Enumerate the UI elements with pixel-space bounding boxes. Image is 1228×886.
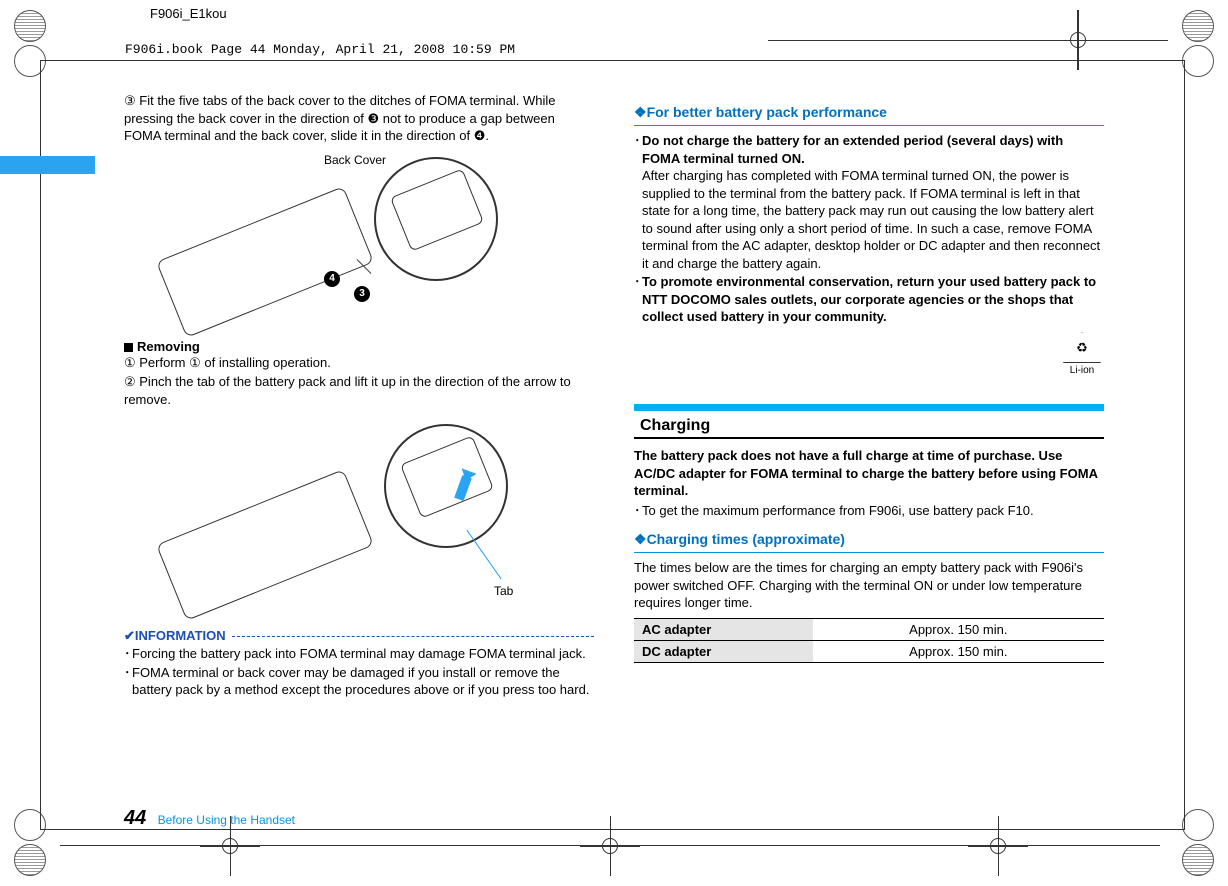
figure-label-tab: Tab <box>494 584 513 598</box>
cell-ac-head: AC adapter <box>634 618 813 640</box>
figure-tab: Tab <box>124 414 594 614</box>
tab-leader-line <box>466 530 501 580</box>
cell-dc-val: Approx. 150 min. <box>813 640 1104 662</box>
removing-step-2-text: ② Pinch the tab of the battery pack and … <box>124 373 594 408</box>
battery-rect <box>400 436 494 519</box>
print-mark-tr <box>1182 10 1214 42</box>
removing-heading: Removing <box>124 339 594 354</box>
info-bullet-2-text: FOMA terminal or back cover may be damag… <box>132 664 594 699</box>
footer-section: Before Using the Handset <box>158 813 295 827</box>
figure-label-back-cover: Back Cover <box>324 153 386 167</box>
zoom-circle-2 <box>384 424 508 548</box>
removing-heading-text: Removing <box>137 339 200 354</box>
info-bullet-2: ･FOMA terminal or back cover may be dama… <box>124 664 594 699</box>
print-mark-br2 <box>1182 809 1214 841</box>
back-cover-rect <box>390 168 484 251</box>
side-tab <box>0 156 95 174</box>
removing-step-1-text: ① Perform ① of installing operation. <box>124 354 594 372</box>
reg-line-top <box>768 40 1168 41</box>
left-column: ③ Fit the five tabs of the back cover to… <box>124 92 594 700</box>
info-bullet-1: ･Forcing the battery pack into FOMA term… <box>124 645 594 663</box>
step-3: ③ Fit the five tabs of the back cover to… <box>124 92 594 145</box>
print-mark-tr2 <box>1182 45 1214 77</box>
book-info: F906i.book Page 44 Monday, April 21, 200… <box>125 42 515 57</box>
charging-note-text: To get the maximum performance from F906… <box>642 502 1104 520</box>
charging-heading: Charging <box>634 413 1104 439</box>
table-row: DC adapter Approx. 150 min. <box>634 640 1104 662</box>
li-ion-label: Li-ion <box>1070 365 1094 376</box>
perf-bullet-1-head: Do not charge the battery for an extende… <box>642 133 1063 166</box>
perf-bullet-2: ･ To promote environmental conservation,… <box>634 273 1104 326</box>
recycle-triangle-icon: ♻ <box>1063 332 1101 363</box>
charging-times-table: AC adapter Approx. 150 min. DC adapter A… <box>634 618 1104 663</box>
removing-step-2: ② Pinch the tab of the battery pack and … <box>124 373 594 408</box>
cell-ac-val: Approx. 150 min. <box>813 618 1104 640</box>
section-better-performance: ❖For better battery pack performance <box>634 104 1104 121</box>
phone-illustration-2 <box>156 469 374 621</box>
perf-bullet-2-head: To promote environmental conservation, r… <box>642 274 1096 324</box>
table-row: AC adapter Approx. 150 min. <box>634 618 1104 640</box>
print-mark-bl <box>14 844 46 876</box>
charging-note: ･To get the maximum performance from F90… <box>634 502 1104 520</box>
perf-bullet-1-body: Do not charge the battery for an extende… <box>642 132 1104 272</box>
reg-line-bot <box>60 845 1160 846</box>
content-columns: ③ Fit the five tabs of the back cover to… <box>124 92 1104 700</box>
figure-back-cover: Back Cover 4 3 <box>124 151 594 331</box>
cyan-section-bar <box>634 404 1104 411</box>
info-bullet-1-text: Forcing the battery pack into FOMA termi… <box>132 645 594 663</box>
perf-bullet-1-text: After charging has completed with FOMA t… <box>642 168 1100 271</box>
blue-rule-1 <box>634 125 1104 126</box>
charging-intro: The battery pack does not have a full ch… <box>634 447 1104 500</box>
information-heading-text: ✔INFORMATION <box>124 628 226 644</box>
badge-4-icon: 4 <box>324 271 340 287</box>
zoom-circle <box>374 157 498 281</box>
li-ion-icon: ♻ Li-ion <box>1060 332 1104 376</box>
information-heading: ✔INFORMATION <box>124 628 594 644</box>
dashed-rule <box>232 635 594 637</box>
phone-illustration <box>156 186 374 338</box>
removing-step-1: ① Perform ① of installing operation. <box>124 354 594 372</box>
charging-times-body: The times below are the times for chargi… <box>634 559 1104 612</box>
page-number: 44 <box>124 807 146 829</box>
print-mark-tl <box>14 10 46 42</box>
perf-bullet-2-body: To promote environmental conservation, r… <box>642 273 1104 326</box>
badge-3-icon: 3 <box>354 286 370 302</box>
doc-label: F906i_E1kou <box>150 6 227 21</box>
section-charging-times: ❖Charging times (approximate) <box>634 531 1104 548</box>
blue-rule-2 <box>634 552 1104 553</box>
section-better-performance-text: For better battery pack performance <box>647 104 887 120</box>
section-charging-times-text: Charging times (approximate) <box>647 531 845 547</box>
perf-bullet-1: ･ Do not charge the battery for an exten… <box>634 132 1104 272</box>
cell-dc-head: DC adapter <box>634 640 813 662</box>
print-mark-br <box>1182 844 1214 876</box>
right-column: ❖For better battery pack performance ･ D… <box>634 92 1104 700</box>
page-footer: 44 Before Using the Handset <box>124 807 295 830</box>
step-3-text: ③ Fit the five tabs of the back cover to… <box>124 92 594 145</box>
square-bullet-icon <box>124 343 133 352</box>
